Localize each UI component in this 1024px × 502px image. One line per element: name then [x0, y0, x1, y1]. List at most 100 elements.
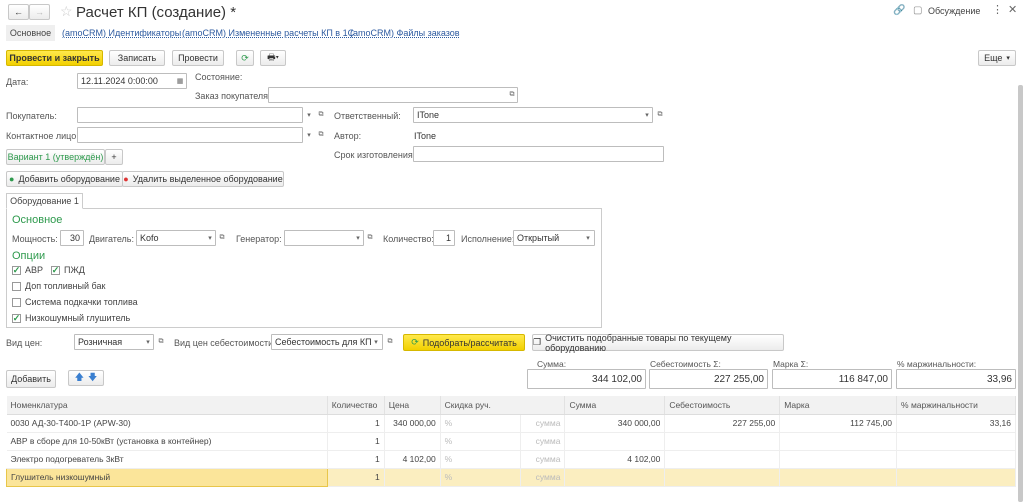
table-cell[interactable]: сумма [520, 432, 566, 451]
cost-type-field[interactable]: Себестоимость для КП [271, 334, 383, 350]
print-button[interactable]: 🖶▾ [260, 50, 286, 66]
contact-field[interactable] [77, 127, 303, 143]
open-icon[interactable]: ⧉ [315, 127, 327, 143]
tab-equipment-1[interactable]: Оборудование 1 [6, 193, 83, 209]
add-row-button[interactable]: Добавить [6, 370, 56, 388]
responsible-field[interactable]: ITone [413, 107, 653, 123]
chevron-down-icon[interactable]: ▾ [142, 334, 154, 350]
order-field[interactable] [268, 87, 518, 103]
more-button[interactable]: Еще ▾ [978, 50, 1016, 66]
table-row[interactable]: Электро подогреватель 3кВт 1 4 102,00% сумм… [6, 450, 1016, 469]
refresh-button[interactable]: ⟳ [236, 50, 254, 66]
open-icon[interactable]: ⧉ [155, 334, 167, 350]
open-icon[interactable]: ⧉ [506, 87, 518, 103]
col-price[interactable]: Цена [384, 396, 441, 415]
table-cell[interactable]: 227 255,00 [664, 414, 781, 433]
col-discount[interactable]: Скидка руч. [440, 396, 566, 415]
col-cost[interactable]: Себестоимость [664, 396, 781, 415]
table-cell[interactable]: 1 [327, 468, 385, 487]
table-cell[interactable] [384, 432, 441, 451]
table-cell[interactable] [384, 468, 441, 487]
open-icon[interactable]: ⧉ [364, 230, 376, 246]
open-icon[interactable]: ⧉ [384, 334, 396, 350]
scrollbar[interactable] [1018, 85, 1023, 502]
table-cell[interactable] [664, 432, 781, 451]
table-cell[interactable]: % [440, 468, 521, 487]
move-buttons[interactable]: 🡅 🡇 [68, 370, 104, 386]
table-cell[interactable]: 1 [327, 450, 385, 469]
tab-main[interactable]: Основное [6, 25, 55, 41]
option-muffler-checkbox[interactable]: ✓ Низкошумный глушитель [12, 313, 130, 323]
calculate-button[interactable]: ⟳ Подобрать/рассчитать [403, 334, 525, 351]
remove-equipment-button[interactable]: ● Удалить выделенное оборудование [122, 171, 284, 187]
variant-tab[interactable]: Вариант 1 (утверждён) [6, 149, 105, 165]
table-cell[interactable] [664, 468, 781, 487]
col-sum[interactable]: Сумма [564, 396, 666, 415]
forward-button[interactable]: → [29, 4, 50, 20]
col-margin-percent[interactable]: % маржинальности [896, 396, 1016, 415]
chevron-down-icon[interactable]: ▾ [303, 127, 315, 143]
option-fuel-pump-checkbox[interactable]: Система подкачки топлива [12, 297, 138, 307]
chevron-down-icon[interactable]: ▾ [352, 230, 364, 246]
add-variant-button[interactable]: + [105, 149, 123, 165]
tab-amocrm-ids[interactable]: (amoCRM) Идентификаторы [62, 28, 181, 38]
table-cell[interactable]: 1 [327, 414, 385, 433]
table-cell[interactable]: сумма [520, 414, 566, 433]
chevron-down-icon[interactable]: ▾ [582, 230, 594, 246]
table-cell[interactable]: АВР в сборе для 10-50кВт (установка в ко… [6, 432, 328, 451]
chevron-down-icon[interactable]: ▾ [204, 230, 216, 246]
chevron-down-icon[interactable]: ▾ [370, 334, 382, 350]
buyer-field[interactable] [77, 107, 303, 123]
power-field[interactable]: 30 [60, 230, 84, 246]
table-cell[interactable] [779, 468, 898, 487]
option-avr-checkbox[interactable]: ✓ АВР [12, 265, 43, 275]
option-pzhd-checkbox[interactable]: ✓ ПЖД [51, 265, 85, 275]
star-icon[interactable]: ☆ [60, 3, 73, 20]
table-cell[interactable]: сумма [520, 450, 566, 469]
link-icon[interactable]: 🔗 [893, 5, 905, 16]
table-cell[interactable] [779, 450, 898, 469]
clear-goods-button[interactable]: ❐ Очистить подобранные товары по текущему… [532, 333, 784, 353]
table-cell[interactable]: Электро подогреватель 3кВт [6, 450, 328, 469]
save-button[interactable]: Записать [109, 50, 165, 66]
quantity-field[interactable]: 1 [433, 230, 455, 246]
table-cell[interactable]: 340 000,00 [384, 414, 441, 433]
option-fuel-tank-checkbox[interactable]: Доп топливный бак [12, 281, 105, 291]
back-button[interactable]: ← [8, 4, 29, 20]
table-cell[interactable]: 4 102,00 [384, 450, 441, 469]
table-cell[interactable] [664, 450, 781, 469]
table-cell[interactable] [896, 432, 1016, 451]
table-cell[interactable]: 112 745,00 [779, 414, 898, 433]
table-cell[interactable]: Глушитель низкошумный [6, 467, 328, 487]
deadline-field[interactable] [413, 146, 664, 162]
table-row[interactable]: 0030 АД-30-Т400-1Р (APW-30) 1 340 000,00% с… [6, 414, 1016, 433]
table-cell[interactable]: 33,16 [896, 414, 1016, 433]
more-menu-icon[interactable]: ⋮ [992, 3, 1003, 16]
tab-amocrm-changed[interactable]: (amoCRM) Измененные расчеты КП в 1С [182, 28, 354, 38]
chevron-down-icon[interactable]: ▾ [641, 107, 653, 123]
table-cell[interactable] [779, 432, 898, 451]
table-row[interactable]: Глушитель низкошумный 1% сумма [6, 467, 1016, 487]
table-cell[interactable] [564, 432, 666, 451]
post-button[interactable]: Провести [172, 50, 224, 66]
open-icon[interactable]: ⧉ [216, 230, 228, 246]
col-quantity[interactable]: Количество [327, 396, 385, 415]
table-cell[interactable]: % [440, 414, 521, 433]
table-cell[interactable] [896, 450, 1016, 469]
table-row[interactable]: АВР в сборе для 10-50кВт (установка в ко… [6, 432, 1016, 451]
table-cell[interactable]: % [440, 450, 521, 469]
date-field[interactable]: 12.11.2024 0:00:00 [77, 73, 187, 89]
arrow-up-icon[interactable]: 🡅 [75, 370, 84, 386]
table-cell[interactable]: сумма [520, 468, 566, 487]
discussion-icon[interactable]: ▢ [913, 5, 922, 16]
chevron-down-icon[interactable]: ▾ [303, 107, 315, 123]
col-margin[interactable]: Марка [779, 396, 898, 415]
table-cell[interactable]: % [440, 432, 521, 451]
open-icon[interactable]: ⧉ [315, 107, 327, 123]
table-cell[interactable]: 1 [327, 432, 385, 451]
post-and-close-button[interactable]: Провести и закрыть [6, 50, 103, 66]
calendar-icon[interactable]: ▦ [174, 73, 186, 89]
discussion-button[interactable]: Обсуждение [928, 6, 980, 16]
table-cell[interactable] [896, 468, 1016, 487]
arrow-down-icon[interactable]: 🡇 [88, 370, 97, 386]
